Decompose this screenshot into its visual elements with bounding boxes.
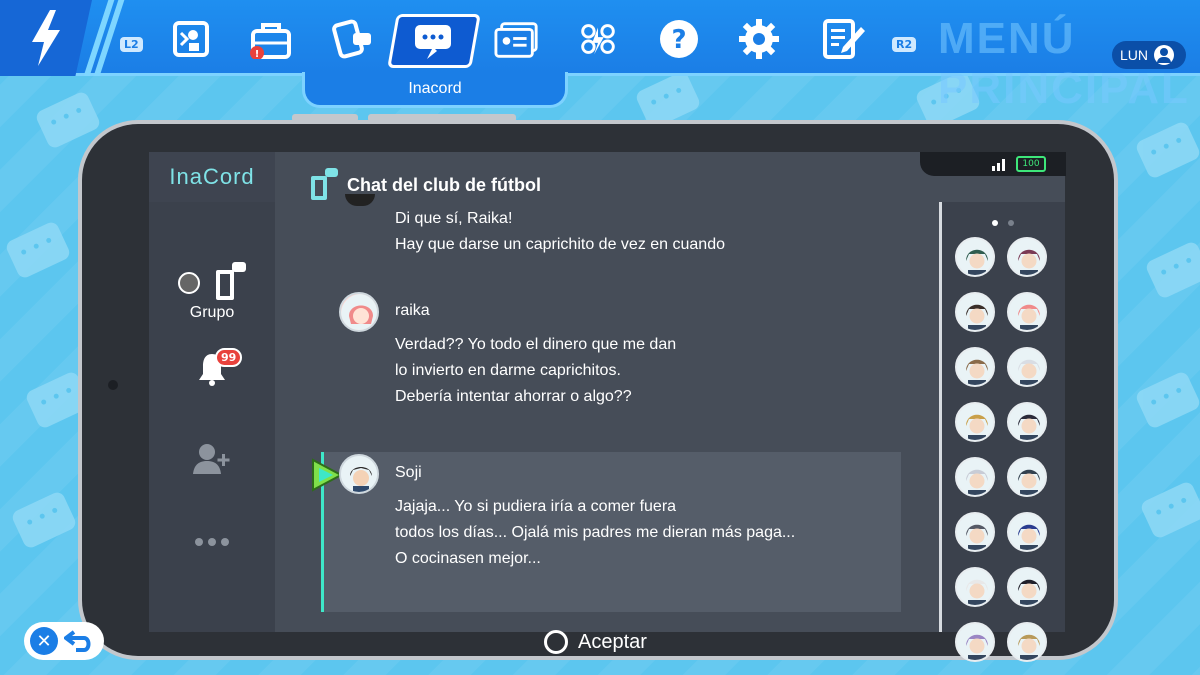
phone-side-button — [292, 114, 358, 122]
message-line: O cocinasen mejor... — [395, 550, 541, 567]
group-select-button-icon — [178, 272, 200, 294]
battery-level: 100 — [1022, 159, 1040, 169]
nav-notes-edit-icon[interactable] — [820, 16, 866, 62]
status-bar: 100 — [920, 152, 1066, 176]
chat-header: Chat del club de fútbol — [309, 168, 541, 202]
inacord-logo: InaCord — [149, 152, 275, 202]
member-avatar[interactable] — [1007, 292, 1047, 332]
lightning-logo — [0, 0, 92, 76]
member-avatar[interactable] — [1007, 622, 1047, 662]
page-indicator-dot[interactable] — [1008, 220, 1014, 226]
sidebar-item-more[interactable] — [149, 537, 275, 547]
accept-label: Aceptar — [578, 630, 647, 653]
x-button-icon: ✕ — [30, 627, 58, 655]
member-avatar[interactable] — [955, 402, 995, 442]
nav-card-icon[interactable] — [168, 16, 214, 62]
member-avatar[interactable] — [1007, 237, 1047, 277]
a-button-icon — [544, 630, 568, 654]
day-label: LUN — [1120, 47, 1149, 63]
nav-team-icon[interactable] — [575, 16, 621, 62]
group-icon-row — [162, 262, 262, 302]
signal-icon — [992, 159, 1005, 171]
sidebar-item-add-user[interactable] — [149, 442, 275, 476]
phone-side-button — [368, 114, 516, 122]
svg-text:?: ? — [671, 25, 686, 55]
user-avatar-icon — [1154, 45, 1175, 65]
battery-icon: 100 — [1016, 156, 1046, 172]
more-dots-icon — [195, 538, 229, 546]
member-avatar[interactable] — [955, 292, 995, 332]
return-arrow-icon — [64, 630, 91, 652]
chat-avatar-partial — [345, 194, 375, 206]
accept-prompt[interactable]: Aceptar — [544, 630, 647, 654]
day-indicator: LUN — [1112, 41, 1186, 69]
message-line: todos los días... Ojalá mis padres me di… — [395, 524, 796, 541]
message-line: Di que sí, Raika! — [395, 210, 513, 227]
door-chat-icon — [216, 262, 246, 300]
chat-message: Jajaja... Yo si pudiera iría a comer fue… — [395, 494, 795, 572]
add-user-icon — [193, 444, 230, 474]
nav-bag-icon[interactable]: ! — [248, 16, 294, 62]
message-line: Debería intentar ahorrar o algo?? — [395, 388, 632, 405]
sidebar-item-notifications[interactable]: 99 — [149, 348, 275, 392]
member-avatar[interactable] — [955, 567, 995, 607]
chat-title: Chat del club de fútbol — [347, 174, 541, 195]
member-avatar[interactable] — [955, 457, 995, 497]
avatar[interactable] — [339, 454, 379, 494]
svg-text:!: ! — [255, 49, 260, 59]
message-line: Verdad?? Yo todo el dinero que me dan — [395, 336, 677, 353]
avatar[interactable] — [339, 292, 379, 332]
message-line: lo invierto en darme caprichitos. — [395, 362, 621, 379]
active-tab-label: Inacord — [302, 72, 568, 108]
message-author: Soji — [395, 464, 422, 481]
member-avatar[interactable] — [1007, 457, 1047, 497]
lightning-icon — [32, 10, 60, 66]
sidebar-item-group[interactable]: Grupo — [149, 262, 275, 322]
back-button[interactable]: ✕ — [24, 622, 104, 660]
nav-phone-chat-icon[interactable] — [330, 16, 376, 62]
sidebar-item-label: Grupo — [189, 304, 235, 321]
nav-settings-gear-icon[interactable] — [736, 16, 782, 62]
message-line: Jajaja... Yo si pudiera iría a comer fue… — [395, 498, 677, 515]
member-avatar[interactable] — [1007, 567, 1047, 607]
notification-count-badge: 99 — [215, 348, 243, 367]
nav-help-icon[interactable]: ? — [656, 16, 702, 62]
member-avatar[interactable] — [1007, 512, 1047, 552]
member-avatar[interactable] — [955, 237, 995, 277]
group-chat-icon — [311, 168, 338, 200]
page-indicator-dot[interactable] — [992, 220, 998, 226]
inacord-screen: InaCord Grupo 99 Chat del club de fútbol… — [149, 152, 1065, 632]
member-avatar[interactable] — [955, 512, 995, 552]
chat-message: Verdad?? Yo todo el dinero que me dan lo… — [395, 332, 676, 410]
member-avatar[interactable] — [1007, 402, 1047, 442]
selection-cursor-icon — [312, 458, 343, 492]
member-avatar[interactable] — [1007, 347, 1047, 387]
l2-button-hint: L2 — [120, 37, 143, 52]
member-avatar[interactable] — [955, 622, 995, 662]
nav-inacord-icon[interactable] — [410, 18, 456, 64]
top-menu-bar: L2 ! ? R2 MENÚ PRINCIPAL LUN — [0, 0, 1200, 113]
sidebar: Grupo 99 — [149, 202, 275, 632]
message-line: Hay que darse un caprichito de vez en cu… — [395, 236, 725, 253]
r2-button-hint: R2 — [892, 37, 917, 52]
chat-message: Di que sí, Raika! Hay que darse un capri… — [395, 206, 725, 258]
nav-folders-icon[interactable] — [494, 16, 540, 62]
phone-camera — [108, 380, 118, 390]
member-avatar[interactable] — [955, 347, 995, 387]
message-author: raika — [395, 302, 430, 319]
